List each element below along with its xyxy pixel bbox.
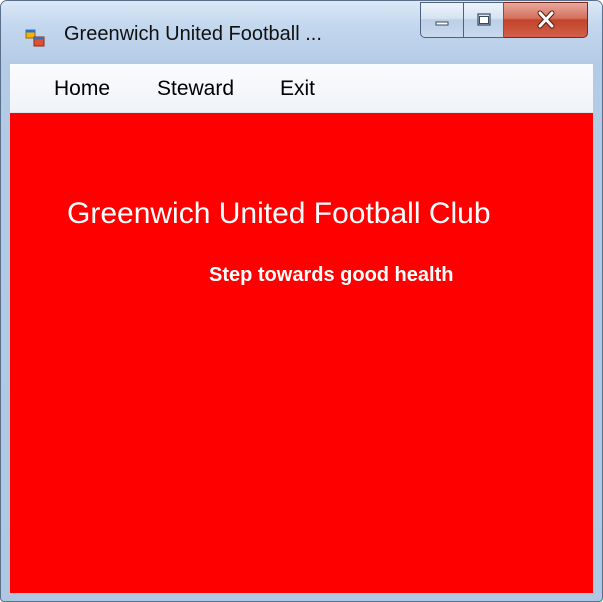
caption-buttons [420, 2, 588, 40]
close-icon [537, 10, 554, 29]
menu-item-home[interactable]: Home [54, 77, 110, 101]
club-tagline: Step towards good health [209, 264, 454, 286]
menu-item-steward[interactable]: Steward [157, 77, 234, 101]
form-content-area: Greenwich United Football Club Step towa… [10, 113, 593, 593]
maximize-button[interactable] [464, 2, 504, 38]
close-button[interactable] [504, 2, 588, 38]
club-title: Greenwich United Football Club [67, 197, 491, 230]
minimize-button[interactable] [420, 2, 464, 38]
app-window: Greenwich United Football ... Home Stewa… [0, 0, 603, 602]
app-form-icon[interactable] [25, 28, 45, 48]
menu-item-exit[interactable]: Exit [280, 77, 315, 101]
window-title: Greenwich United Football ... [64, 23, 322, 45]
minimize-icon [435, 21, 449, 26]
menu-bar: Home Steward Exit [10, 64, 593, 113]
title-bar[interactable]: Greenwich United Football ... [1, 1, 602, 63]
maximize-icon [476, 13, 491, 26]
